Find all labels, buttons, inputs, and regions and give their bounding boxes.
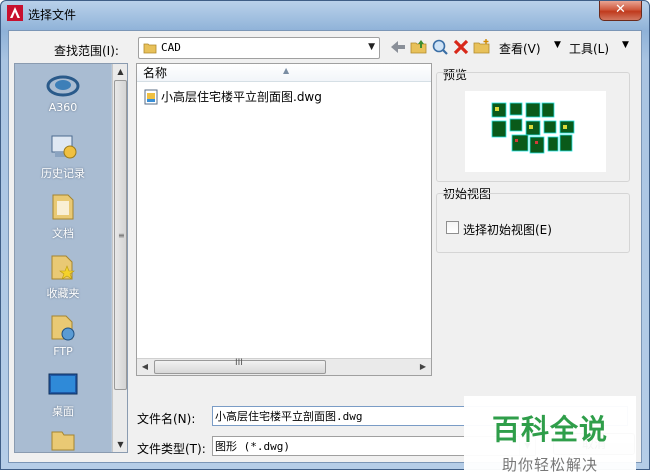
lookin-label: 查找范围(I):: [54, 44, 119, 58]
place-favorites[interactable]: 收藏夹: [15, 252, 111, 301]
place-label: 历史记录: [41, 167, 85, 180]
file-list[interactable]: 名称 ▲ 小高层住宅楼平立剖面图.dwg ◀ III ▶: [136, 63, 432, 376]
tools-chevron-icon[interactable]: ▼: [622, 40, 629, 50]
grip-icon: ≡: [118, 231, 125, 240]
lookin-value: CAD: [161, 41, 181, 54]
desktop-icon: [48, 373, 78, 395]
column-header-label: 名称: [143, 66, 168, 80]
sort-ascending-icon: ▲: [283, 66, 290, 75]
list-item[interactable]: 小高层住宅楼平立剖面图.dwg: [141, 88, 322, 106]
chevron-down-icon[interactable]: ▼: [368, 42, 375, 52]
documents-icon: [52, 194, 74, 220]
filename-label: 文件名(N):: [137, 412, 196, 426]
views-chevron-icon[interactable]: ▼: [554, 40, 561, 50]
watermark-title: 百科全说: [491, 413, 608, 446]
watermark-subtitle: 助你轻松解决: [501, 456, 598, 474]
watermark-overlay: 百科全说 助你轻松解决: [464, 396, 636, 476]
places-bar: A360 历史记录 文档 收藏夹 FTP 桌面 ▲ ≡ ▼: [14, 63, 128, 453]
place-history[interactable]: 历史记录: [15, 132, 111, 181]
column-header-name[interactable]: 名称 ▲: [137, 64, 431, 82]
search-web-icon[interactable]: [431, 38, 449, 56]
scroll-right-icon[interactable]: ▶: [415, 359, 431, 375]
select-initial-view-label[interactable]: 选择初始视图(E): [463, 221, 552, 238]
scrollbar-thumb[interactable]: III: [154, 358, 326, 374]
place-a360[interactable]: A360: [15, 72, 111, 114]
scroll-up-icon[interactable]: ▲: [113, 64, 127, 79]
history-icon: [51, 135, 77, 159]
autocad-logo-icon: [7, 5, 23, 21]
places-list: A360 历史记录 文档 收藏夹 FTP 桌面: [15, 64, 111, 452]
filetype-value: 图形 (*.dwg): [215, 440, 290, 453]
drawing-thumbnail: [465, 91, 606, 172]
horizontal-scrollbar[interactable]: ◀ III ▶: [137, 358, 431, 375]
folder-icon: [51, 431, 75, 451]
dialog-body: 查找范围(I): CAD ▼ 查看(V) ▼ 工具(L) ▼ A360 历史记录…: [8, 30, 642, 476]
grip-icon: III: [235, 358, 243, 368]
place-ftp[interactable]: FTP: [15, 312, 111, 358]
back-icon[interactable]: [389, 38, 407, 56]
filename-value: 小高层住宅楼平立剖面图.dwg: [215, 410, 363, 423]
close-button[interactable]: ✕: [599, 1, 642, 21]
scroll-down-icon[interactable]: ▼: [113, 437, 127, 452]
preview-panel: [436, 72, 630, 182]
place-desktop[interactable]: 桌面: [15, 370, 111, 419]
ftp-icon: [51, 315, 75, 341]
lookin-dropdown[interactable]: CAD ▼: [138, 37, 380, 59]
place-more[interactable]: [15, 428, 111, 452]
up-folder-icon[interactable]: [410, 38, 428, 56]
place-label: 文档: [52, 227, 74, 240]
a360-icon: [46, 75, 80, 97]
folder-icon: [143, 43, 157, 54]
place-label: A360: [48, 101, 78, 114]
new-folder-icon[interactable]: [473, 38, 491, 56]
views-menu[interactable]: 查看(V): [499, 40, 541, 57]
scroll-left-icon[interactable]: ◀: [137, 359, 153, 375]
tools-menu[interactable]: 工具(L): [569, 40, 609, 57]
file-dialog: 选择文件 ✕ 查找范围(I): CAD ▼ 查看(V) ▼ 工具(L) ▼ A3…: [0, 0, 650, 476]
file-name: 小高层住宅楼平立剖面图.dwg: [161, 90, 322, 104]
place-label: 桌面: [52, 405, 74, 418]
place-documents[interactable]: 文档: [15, 192, 111, 241]
window-title: 选择文件: [28, 8, 77, 22]
places-scrollbar[interactable]: ▲ ≡ ▼: [112, 64, 127, 452]
dwg-file-icon: [144, 89, 158, 105]
place-label: FTP: [53, 345, 73, 358]
place-label: 收藏夹: [46, 287, 80, 300]
scrollbar-thumb[interactable]: ≡: [114, 80, 127, 390]
favorites-icon: [51, 255, 75, 280]
title-bar[interactable]: 选择文件 ✕: [1, 1, 649, 29]
delete-icon[interactable]: [452, 38, 470, 56]
initial-view-panel: 选择初始视图(E): [436, 193, 630, 253]
select-initial-view-checkbox[interactable]: [446, 221, 459, 234]
filetype-label: 文件类型(T):: [137, 442, 206, 456]
